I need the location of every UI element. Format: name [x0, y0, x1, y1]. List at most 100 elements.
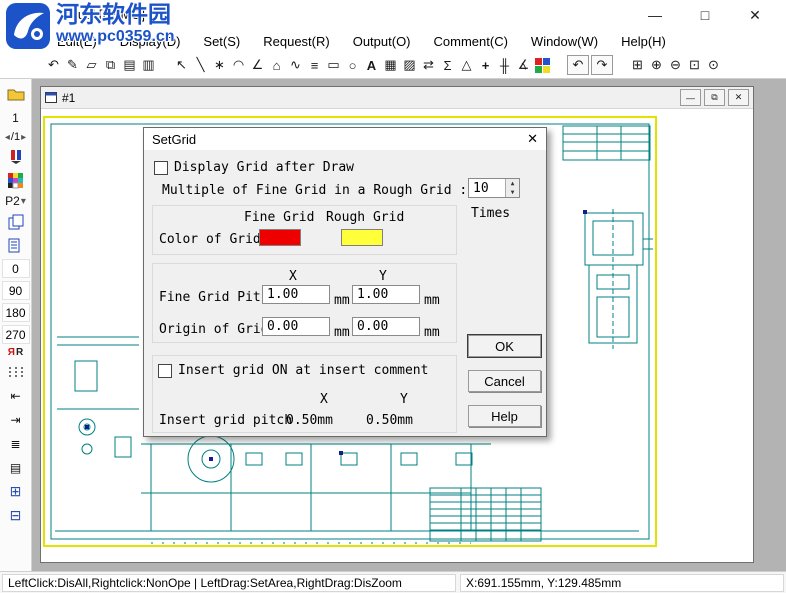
select-icon[interactable]: ↖	[172, 56, 191, 75]
pencil-icon[interactable]: ✎	[63, 56, 82, 75]
dialog-body: Display Grid after Draw Multiple of Fine…	[144, 150, 546, 436]
pan-right-icon[interactable]: ⇥	[1, 409, 31, 430]
status-coordinates-text: X:691.155mm, Y:129.485mm	[466, 576, 622, 590]
polygon-icon[interactable]: ⌂	[267, 56, 286, 75]
zoom-window-icon[interactable]: ⊞	[628, 56, 647, 75]
angle-0-button[interactable]: 0	[1, 259, 30, 278]
display-grid-checkbox[interactable]: Display Grid after Draw	[154, 160, 354, 175]
minimize-button[interactable]: —	[630, 2, 680, 28]
mirror-text-button[interactable]: Я R	[8, 347, 23, 358]
chevron-down-icon: ▾	[20, 195, 26, 207]
angle-dimension-icon[interactable]: ∡	[514, 56, 533, 75]
child-close-button[interactable]: ✕	[728, 89, 749, 106]
menu-comment[interactable]: Comment(C)	[434, 34, 508, 49]
zoom-extents-icon[interactable]: ⊡	[685, 56, 704, 75]
fine-pitch-y-input[interactable]: 1.00	[352, 285, 420, 304]
fine-pitch-x-input[interactable]: 1.00	[262, 285, 330, 304]
scale-left-icon[interactable]: ◂	[5, 132, 10, 143]
eraser-icon[interactable]: ▱	[82, 56, 101, 75]
open-folder-icon[interactable]	[1, 83, 31, 104]
sum-icon[interactable]: Σ	[438, 56, 457, 75]
triangle-icon[interactable]: △	[457, 56, 476, 75]
list-view-icon[interactable]: ≣	[1, 433, 31, 454]
dialog-close-icon[interactable]: ✕	[527, 131, 538, 147]
origin-x-input[interactable]: 0.00	[262, 317, 330, 336]
menu-window[interactable]: Window(W)	[531, 34, 598, 49]
arc-icon[interactable]: ◠	[229, 56, 248, 75]
undo-step-icon[interactable]: ↶	[567, 55, 589, 75]
layer-number[interactable]: 1	[1, 107, 31, 128]
display-grid-checkbox-box[interactable]	[154, 160, 168, 175]
ok-button[interactable]: OK	[468, 335, 541, 357]
scale-control[interactable]: ◂ /1 ▸	[5, 131, 26, 143]
row-view-icon[interactable]: ▤	[1, 457, 31, 478]
color-grid-icon[interactable]	[533, 56, 552, 75]
help-button[interactable]: Help	[468, 405, 541, 427]
angle-270-button[interactable]: 270	[1, 325, 30, 344]
rectangle-icon[interactable]: ▭	[324, 56, 343, 75]
hatch-icon[interactable]: ▦	[381, 56, 400, 75]
menu-request[interactable]: Request(R)	[263, 34, 329, 49]
star-icon[interactable]: ∗	[210, 56, 229, 75]
window-tile-icon[interactable]: ⊟	[1, 505, 31, 526]
menu-help[interactable]: Help(H)	[621, 34, 666, 49]
pen-style-icon[interactable]	[1, 146, 31, 167]
window-cascade-icon[interactable]: ⊞	[1, 481, 31, 502]
dot-grid-icon[interactable]	[1, 361, 31, 382]
drawing-window-controls: — ⧉ ✕	[680, 89, 749, 106]
menu-output[interactable]: Output(O)	[353, 34, 411, 49]
insert-grid-checkbox-box[interactable]	[158, 363, 172, 378]
multiple-spinner[interactable]: 10 ▲ ▼	[468, 178, 520, 198]
cancel-button[interactable]: Cancel	[468, 370, 541, 392]
image-icon[interactable]: ▨	[400, 56, 419, 75]
copy-sheet-icon[interactable]	[1, 211, 31, 232]
polyline-icon[interactable]: ∠	[248, 56, 267, 75]
close-button[interactable]: ✕	[730, 2, 780, 28]
watermark-site-name: 河东软件园	[56, 1, 171, 27]
insert-pitch-y-value: 0.50mm	[366, 413, 413, 428]
menu-set[interactable]: Set(S)	[203, 34, 240, 49]
rough-grid-header: Rough Grid	[326, 210, 405, 225]
pen-select-dropdown[interactable]: P2 ▾	[5, 194, 26, 208]
crosshair-icon[interactable]: +	[476, 56, 495, 75]
undo-icon[interactable]: ↶	[44, 56, 63, 75]
watermark-text: 河东软件园 www.pc0359.cn	[56, 1, 175, 47]
color-palette-icon[interactable]	[1, 170, 31, 191]
angle-90-button[interactable]: 90	[1, 281, 30, 300]
insert-grid-checkbox[interactable]: Insert grid ON at insert comment	[158, 363, 428, 378]
ellipse-icon[interactable]: ○	[343, 56, 362, 75]
redo-step-icon[interactable]: ↷	[591, 55, 613, 75]
spinner-down-icon[interactable]: ▼	[506, 188, 519, 197]
pan-left-icon[interactable]: ⇤	[1, 385, 31, 406]
move-horizontal-icon[interactable]: ⇄	[419, 56, 438, 75]
scale-right-icon[interactable]: ▸	[21, 132, 26, 143]
zoom-out-icon[interactable]: ⊖	[666, 56, 685, 75]
rough-grid-color-swatch[interactable]	[341, 229, 383, 246]
child-minimize-button[interactable]: —	[680, 89, 701, 106]
duplicate-sheet-icon[interactable]	[1, 235, 31, 256]
paste-icon[interactable]: ▤	[120, 56, 139, 75]
document-icon	[45, 92, 57, 103]
child-restore-button[interactable]: ⧉	[704, 89, 725, 106]
fine-grid-color-swatch[interactable]	[259, 229, 301, 246]
drawing-window-title-bar[interactable]: #1 — ⧉ ✕	[41, 87, 753, 109]
clipboard-icon[interactable]: ▥	[139, 56, 158, 75]
text-icon[interactable]: A	[362, 56, 381, 75]
setgrid-dialog: SetGrid ✕ Display Grid after Draw Multip…	[143, 127, 547, 437]
maximize-button[interactable]: □	[680, 2, 730, 28]
zoom-previous-icon[interactable]: ⊙	[704, 56, 723, 75]
zoom-in-icon[interactable]: ⊕	[647, 56, 666, 75]
dimension-icon[interactable]: ╫	[495, 56, 514, 75]
times-label: Times	[471, 206, 511, 221]
status-hint-panel: LeftClick:DisAll,Rightclick:NonOpe | Lef…	[2, 574, 456, 592]
parallel-lines-icon[interactable]: ≡	[305, 56, 324, 75]
curve-icon[interactable]: ∿	[286, 56, 305, 75]
copy-icon[interactable]: ⧉	[101, 56, 120, 75]
line-icon[interactable]: ╲	[191, 56, 210, 75]
origin-of-grid-label: Origin of Grid	[159, 322, 269, 337]
dialog-title-bar[interactable]: SetGrid ✕	[144, 128, 546, 150]
multiple-value[interactable]: 10	[469, 179, 505, 197]
spinner-up-icon[interactable]: ▲	[506, 179, 519, 188]
origin-y-input[interactable]: 0.00	[352, 317, 420, 336]
angle-180-button[interactable]: 180	[1, 303, 30, 322]
